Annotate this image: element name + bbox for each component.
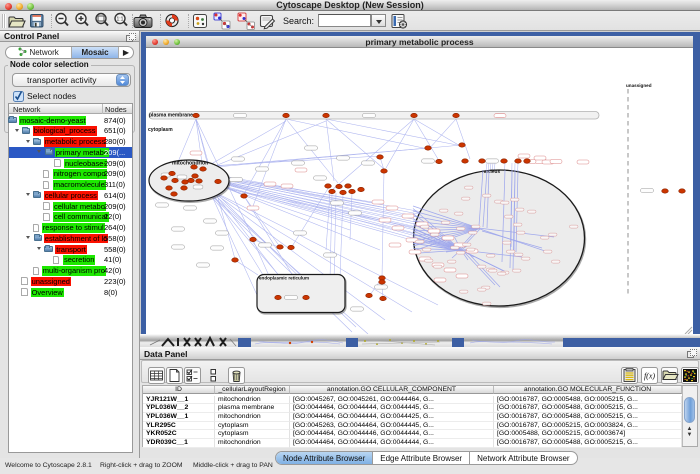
svg-text:1:1: 1:1 bbox=[117, 17, 124, 23]
svg-text:cytoplasm: cytoplasm bbox=[148, 127, 173, 133]
svg-text:mitochondrion: mitochondrion bbox=[172, 161, 208, 167]
svg-text:endoplasmic reticulum: endoplasmic reticulum bbox=[259, 276, 309, 281]
svg-text:plasma membrane: plasma membrane bbox=[149, 113, 193, 119]
svg-text:unassigned: unassigned bbox=[626, 83, 652, 88]
svg-text:nucleus: nucleus bbox=[482, 169, 500, 175]
svg-text:f(x): f(x) bbox=[644, 372, 655, 381]
